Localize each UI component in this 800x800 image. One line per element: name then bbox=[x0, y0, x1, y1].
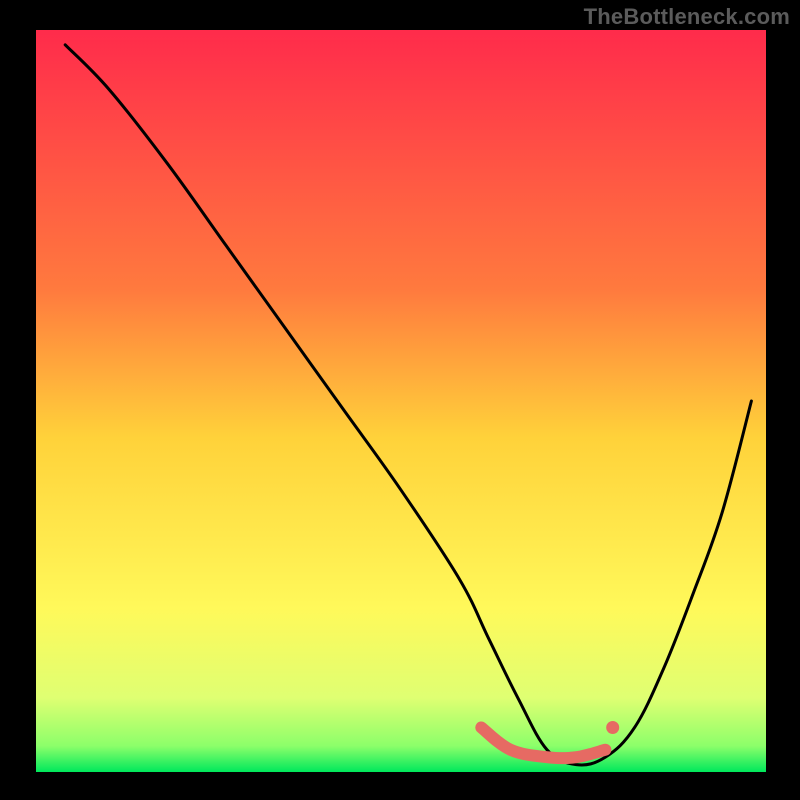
watermark-text: TheBottleneck.com bbox=[584, 4, 790, 30]
chart-root: TheBottleneck.com bbox=[0, 0, 800, 800]
plot-background-gradient bbox=[36, 30, 766, 772]
highlight-endpoint-dot bbox=[606, 721, 619, 734]
chart-canvas bbox=[0, 0, 800, 800]
